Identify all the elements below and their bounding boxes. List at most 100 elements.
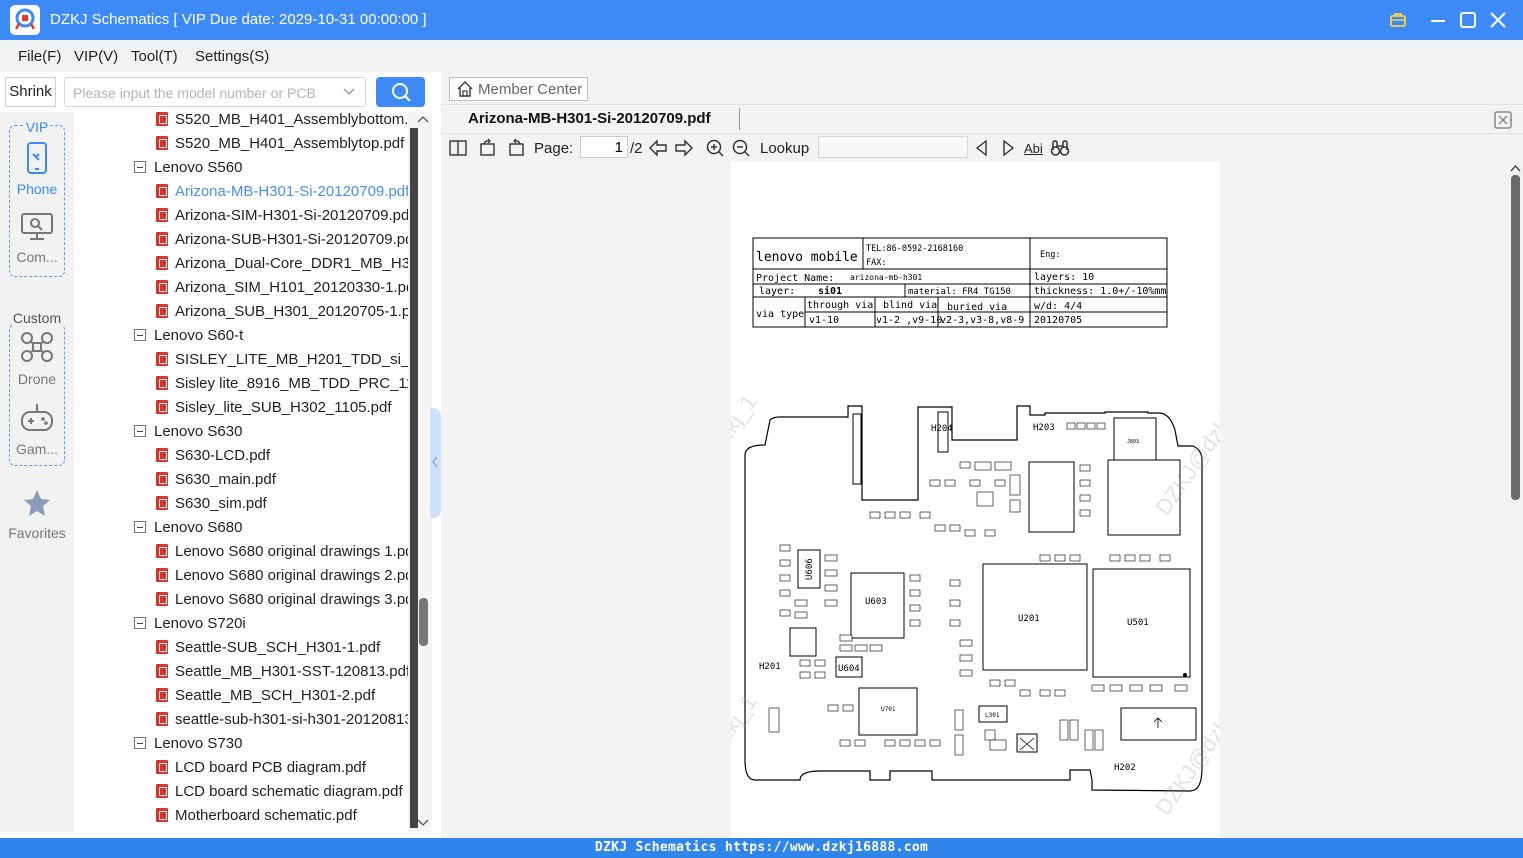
rail-label-game: Gam...	[15, 441, 58, 457]
zoom-in-icon[interactable]	[705, 138, 725, 158]
tree-group[interactable]: Lenovo S720i	[134, 612, 408, 636]
pdf-file-icon	[156, 448, 168, 462]
menu-file[interactable]: File(F)	[18, 48, 61, 65]
collapse-icon[interactable]	[134, 521, 146, 533]
tree-file[interactable]: Lenovo S680 original drawings 3.pdf	[156, 588, 408, 612]
tree-file[interactable]: Seattle_MB_H301-SST-120813.pdf	[156, 660, 408, 684]
rail-item-drone[interactable]: Drone	[0, 330, 74, 387]
tree-file[interactable]: Arizona-SIM-H301-Si-20120709.pdf	[156, 204, 408, 228]
tree-file[interactable]: Arizona_Dual-Core_DDR1_MB_H301	[156, 252, 408, 276]
rail-item-game[interactable]: Gam...	[0, 402, 74, 457]
doc-fax: FAX:	[866, 258, 886, 268]
tree-group[interactable]: Lenovo S730	[134, 732, 408, 756]
home-icon	[457, 80, 473, 97]
label-u701: U701	[881, 706, 896, 713]
collapse-icon[interactable]	[134, 737, 146, 749]
tree-group[interactable]: Lenovo S560	[134, 156, 408, 180]
close-icon[interactable]	[1486, 8, 1510, 32]
tree-file[interactable]: Motherboard schematic.pdf	[156, 804, 408, 828]
lookup-input[interactable]	[818, 136, 968, 158]
chevron-down-icon[interactable]	[343, 87, 355, 97]
tree-file[interactable]: Sisley lite_8916_MB_TDD_PRC_1105	[156, 372, 408, 396]
rail-label-computer: Com...	[16, 249, 58, 265]
document-tab[interactable]: Arizona-MB-H301-Si-20120709.pdf	[468, 110, 711, 127]
tree-file[interactable]: S630_main.pdf	[156, 468, 408, 492]
briefcase-icon[interactable]	[1386, 8, 1410, 32]
tree-group-label: Lenovo S680	[154, 519, 243, 536]
pdf-file-icon	[156, 760, 168, 774]
doc-scroll-up-icon[interactable]	[1510, 164, 1521, 172]
menu-settings[interactable]: Settings(S)	[195, 48, 269, 65]
page-total: /2	[630, 140, 643, 157]
panel-collapse-handle[interactable]	[430, 408, 441, 518]
maximize-icon[interactable]	[1456, 8, 1480, 32]
tree-group[interactable]: Lenovo S680	[134, 516, 408, 540]
doc-buried-via: buried via	[947, 302, 1007, 313]
tree-file[interactable]: Sisley_lite_SUB_H302_1105.pdf	[156, 396, 408, 420]
tree-file[interactable]: S520_MB_H401_Assemblytop.pdf	[156, 132, 408, 156]
find-previous-icon[interactable]	[972, 138, 992, 158]
document-page[interactable]: lenovo mobile TEL:86-0592-2168160 FAX: E…	[731, 162, 1220, 838]
footer-bar: DZKJ Schematics https://www.dzkj16888.co…	[0, 838, 1523, 858]
category-rail: VIP Phone Com... Custom Drone Gam... Fav…	[0, 112, 74, 832]
collapse-icon[interactable]	[134, 425, 146, 437]
label-l301: L301	[985, 712, 1000, 719]
doc-tel: TEL:86-0592-2168160	[866, 244, 963, 254]
tree-scroll-track	[410, 128, 418, 828]
binoculars-icon[interactable]	[1050, 138, 1070, 158]
close-tab-icon[interactable]	[1493, 110, 1513, 130]
tree-file-label: Arizona_Dual-Core_DDR1_MB_H301	[175, 255, 408, 272]
tree-file[interactable]: Arizona_SIM_H101_20120330-1.pdf	[156, 276, 408, 300]
pdf-file-icon	[156, 664, 168, 678]
member-center-button[interactable]: Member Center	[449, 77, 588, 101]
tree-file[interactable]: LCD board PCB diagram.pdf	[156, 756, 408, 780]
collapse-icon[interactable]	[134, 329, 146, 341]
shrink-button[interactable]: Shrink	[5, 77, 56, 107]
rotate-right-icon[interactable]	[506, 138, 526, 158]
tree-file[interactable]: Seattle-SUB_SCH_H301-1.pdf	[156, 636, 408, 660]
find-next-icon[interactable]	[998, 138, 1018, 158]
rail-item-phone[interactable]: Phone	[0, 142, 74, 197]
tree-file[interactable]: S520_MB_H401_Assemblybottom.pdf	[156, 112, 408, 132]
collapse-icon[interactable]	[134, 617, 146, 629]
tree-file[interactable]: Arizona-MB-H301-Si-20120709.pdf	[156, 180, 408, 204]
match-case-toggle[interactable]: Abi	[1024, 141, 1043, 156]
tab-separator	[739, 108, 740, 130]
pdf-file-icon	[156, 544, 168, 558]
label-u201: U201	[1018, 614, 1040, 624]
collapse-icon[interactable]	[134, 161, 146, 173]
search-input[interactable]	[73, 83, 333, 103]
rotate-left-icon[interactable]	[478, 138, 498, 158]
page-number-input[interactable]	[580, 136, 628, 158]
next-page-icon[interactable]	[674, 138, 694, 158]
previous-page-icon[interactable]	[648, 138, 668, 158]
tree-file-label: Sisley_lite_SUB_H302_1105.pdf	[175, 399, 392, 416]
pdf-file-icon	[156, 232, 168, 246]
tree-file[interactable]: Lenovo S680 original drawings 2.pdf	[156, 564, 408, 588]
doc-project-label: Project Name:	[756, 273, 834, 284]
menu-vip[interactable]: VIP(V)	[74, 48, 118, 65]
tree-file[interactable]: S630-LCD.pdf	[156, 444, 408, 468]
minimize-icon[interactable]	[1426, 8, 1450, 32]
menu-tool[interactable]: Tool(T)	[131, 48, 178, 65]
zoom-out-icon[interactable]	[731, 138, 751, 158]
tree-file[interactable]: S630_sim.pdf	[156, 492, 408, 516]
tree-group[interactable]: Lenovo S60-t	[134, 324, 408, 348]
doc-date: 20120705	[1034, 315, 1082, 326]
tree-file[interactable]: LCD board schematic diagram.pdf	[156, 780, 408, 804]
tree-file[interactable]: Lenovo S680 original drawings 1.pdf	[156, 540, 408, 564]
two-page-view-icon[interactable]	[448, 138, 468, 158]
rail-item-favorites[interactable]: Favorites	[0, 488, 74, 541]
tree-file[interactable]: Seattle_MB_SCH_H301-2.pdf	[156, 684, 408, 708]
tree-file[interactable]: SISLEY_LITE_MB_H201_TDD_si_2014	[156, 348, 408, 372]
tree-scroll-thumb[interactable]	[419, 598, 428, 646]
document-scroll-thumb[interactable]	[1511, 175, 1520, 500]
rail-item-computer[interactable]: Com...	[0, 212, 74, 265]
tree-group[interactable]: Lenovo S630	[134, 420, 408, 444]
scroll-down-icon[interactable]	[417, 818, 429, 828]
scroll-up-icon[interactable]	[417, 114, 429, 124]
tree-file[interactable]: Arizona-SUB-H301-Si-20120709.pdf	[156, 228, 408, 252]
search-button[interactable]	[376, 77, 425, 107]
tree-file[interactable]: seattle-sub-h301-si-h301-20120813	[156, 708, 408, 732]
tree-file[interactable]: Arizona_SUB_H301_20120705-1.pdf	[156, 300, 408, 324]
